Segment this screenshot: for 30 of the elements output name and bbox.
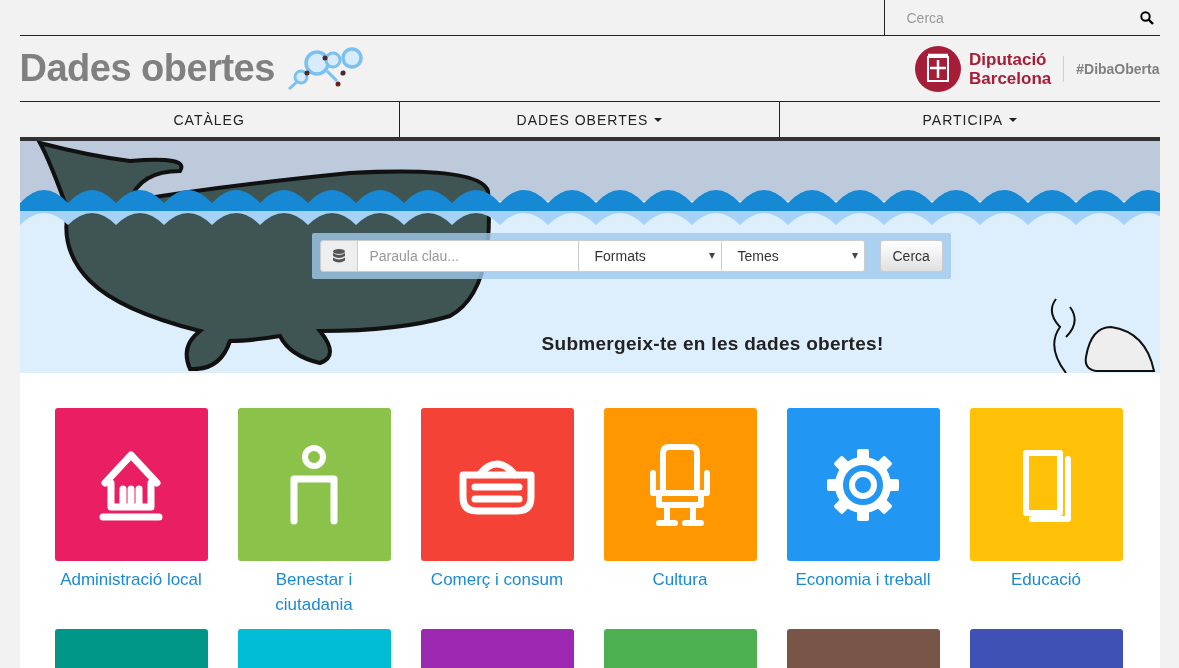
keyword-field[interactable]: Paraula clau...	[357, 240, 579, 272]
category-link[interactable]: Benestar i ciutadania	[237, 567, 391, 617]
crest-logo	[915, 45, 962, 92]
category-link[interactable]: Administració local	[54, 567, 208, 592]
category-tile[interactable]	[969, 408, 1123, 561]
tagline: Submergeix-te en les dades obertes!	[541, 333, 884, 355]
search-field[interactable]: Cerca	[904, 8, 1140, 27]
category-tile[interactable]	[54, 408, 208, 561]
category-link[interactable]: Economia i treball	[786, 567, 940, 592]
nav-item[interactable]: DADES OBERTES	[398, 102, 780, 137]
category-link[interactable]: Comerç i consum	[420, 567, 574, 592]
category-tile[interactable]	[786, 408, 940, 561]
brand-name: Diputació Barcelona	[969, 49, 1052, 88]
formats-select[interactable]: Formats	[578, 240, 722, 272]
database-icon	[332, 249, 345, 263]
search-button[interactable]: Cerca	[879, 240, 943, 272]
chair-icon	[647, 442, 713, 527]
category-tile[interactable]	[420, 408, 574, 561]
nav-item[interactable]: CATÀLEG	[19, 102, 399, 137]
themes-select[interactable]: Temes	[721, 240, 865, 272]
site-title[interactable]: Dades obertes	[19, 47, 275, 90]
category-link[interactable]: Educació	[969, 567, 1123, 592]
category-tile[interactable]	[237, 408, 391, 561]
category-link[interactable]: Cultura	[603, 567, 757, 592]
hashtag[interactable]: #DibaOberta	[1076, 60, 1160, 77]
search-icon[interactable]	[1139, 10, 1154, 25]
nav-item[interactable]: PARTICIPA	[779, 102, 1160, 137]
gear-icon	[825, 446, 901, 523]
category-tile[interactable]	[603, 408, 757, 561]
building-icon	[99, 448, 163, 521]
